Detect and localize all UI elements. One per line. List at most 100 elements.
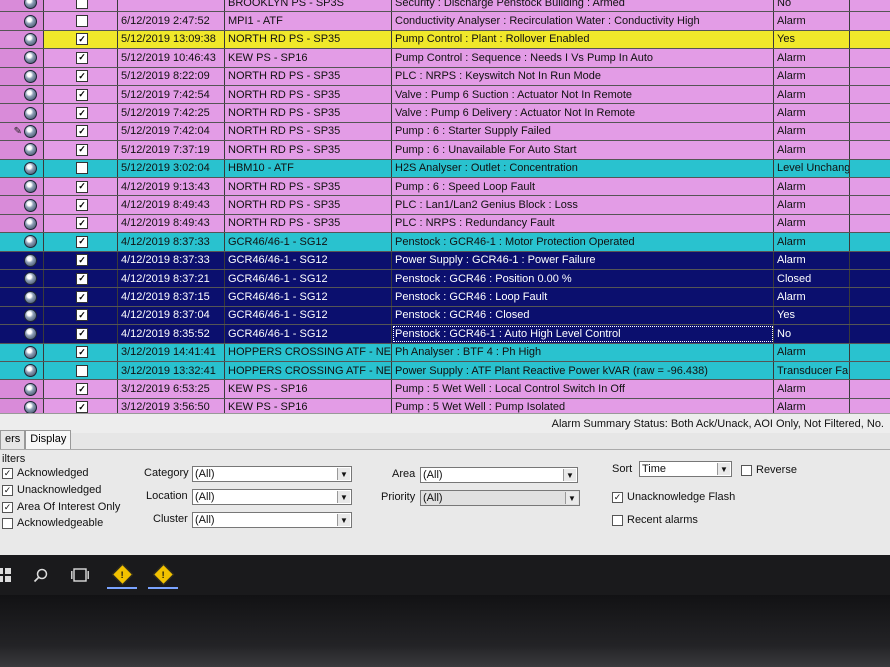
ack-checkbox[interactable]: ✓: [76, 291, 88, 304]
ack-cell[interactable]: ✓: [44, 233, 118, 251]
alarm-row[interactable]: ✓ 5/12/2019 7:42:54 NORTH RD PS - SP35 Valv…: [0, 86, 890, 105]
alarm-row[interactable]: ✓ 5/12/2019 10:46:43 KEW PS - SP16 Pump Con…: [0, 49, 890, 68]
ack-cell[interactable]: ✓: [44, 251, 118, 269]
ack-checkbox[interactable]: ✓: [76, 180, 88, 193]
ack-cell[interactable]: [44, 159, 118, 177]
ack-cell[interactable]: ✓: [44, 178, 118, 196]
row-icon-cell[interactable]: [0, 0, 44, 12]
row-icon-cell[interactable]: [0, 141, 44, 159]
row-icon-cell[interactable]: ✎: [0, 122, 44, 141]
area-select[interactable]: (All) ▼: [420, 467, 578, 483]
ack-checkbox[interactable]: [76, 15, 88, 28]
ack-cell[interactable]: ✓: [44, 270, 118, 288]
ack-checkbox[interactable]: ✓: [76, 70, 88, 83]
ack-cell[interactable]: ✓: [44, 325, 118, 343]
ack-checkbox[interactable]: ✓: [76, 217, 88, 230]
category-select[interactable]: (All) ▼: [192, 466, 352, 482]
alarm-row[interactable]: ✓ 5/12/2019 8:22:09 NORTH RD PS - SP35 PLC …: [0, 67, 890, 86]
alarm-row[interactable]: ✓ 4/12/2019 9:13:43 NORTH RD PS - SP35 Pump…: [0, 178, 890, 197]
row-icon-cell[interactable]: [0, 30, 44, 49]
ack-checkbox[interactable]: ✓: [76, 346, 88, 359]
alarm-row[interactable]: 5/12/2019 3:02:04 HBM10 - ATF H2S Analyser…: [0, 159, 890, 178]
ack-checkbox[interactable]: ✓: [76, 235, 88, 248]
ack-cell[interactable]: ✓: [44, 67, 118, 85]
alarm-row[interactable]: ✓ 3/12/2019 6:53:25 KEW PS - SP16 Pump : 5 …: [0, 380, 890, 399]
row-icon-cell[interactable]: [0, 178, 44, 196]
tab-display[interactable]: Display: [25, 430, 72, 449]
alarm-row[interactable]: ✓ 4/12/2019 8:37:15 GCR46/46-1 - SG12 Penst…: [0, 288, 890, 307]
ack-cell[interactable]: ✓: [44, 214, 118, 233]
ack-checkbox[interactable]: ✓: [76, 143, 88, 156]
alarm-row[interactable]: ✓ 4/12/2019 8:37:21 GCR46/46-1 - SG12 Penst…: [0, 270, 890, 289]
acknowledged-checkbox[interactable]: ✓ Acknowledged: [2, 467, 89, 479]
task-view-icon[interactable]: [68, 563, 92, 587]
priority-select[interactable]: (All) ▼: [420, 490, 580, 506]
alarm-row[interactable]: ✓ 4/12/2019 8:35:52 GCR46/46-1 - SG12 Penst…: [0, 325, 890, 344]
ack-checkbox[interactable]: ✓: [76, 327, 88, 340]
row-icon-cell[interactable]: [0, 306, 44, 325]
ack-cell[interactable]: [44, 0, 118, 12]
alarm-row[interactable]: ✓ 4/12/2019 8:37:33 GCR46/46-1 - SG12 Power…: [0, 251, 890, 270]
row-icon-cell[interactable]: [0, 270, 44, 288]
unacknowledge-flash-checkbox[interactable]: ✓ Unacknowledge Flash: [612, 491, 735, 503]
ack-cell[interactable]: [44, 362, 118, 380]
ack-checkbox[interactable]: ✓: [76, 309, 88, 322]
alarm-row[interactable]: 3/12/2019 13:32:41 HOPPERS CROSSING ATF -…: [0, 362, 890, 381]
ack-cell[interactable]: ✓: [44, 141, 118, 159]
alarm-row[interactable]: ✓ 4/12/2019 8:49:43 NORTH RD PS - SP35 PLC …: [0, 214, 890, 234]
search-icon[interactable]: [28, 563, 52, 587]
row-icon-cell[interactable]: [0, 196, 44, 214]
alarm-app-icon[interactable]: !: [107, 561, 137, 589]
row-icon-cell[interactable]: [0, 233, 44, 251]
ack-checkbox[interactable]: ✓: [76, 401, 88, 413]
row-icon-cell[interactable]: [0, 398, 44, 413]
sort-select[interactable]: Time ▼: [639, 461, 732, 477]
row-icon-cell[interactable]: [0, 214, 44, 233]
alarm-row[interactable]: ✓ 4/12/2019 8:37:04 GCR46/46-1 - SG12 Penst…: [0, 306, 890, 326]
area-of-interest-checkbox[interactable]: ✓ Area Of Interest Only: [2, 501, 120, 513]
ack-cell[interactable]: [44, 12, 118, 30]
acknowledgeable-checkbox[interactable]: Acknowledgeable: [2, 517, 103, 529]
ack-cell[interactable]: ✓: [44, 343, 118, 361]
ack-cell[interactable]: ✓: [44, 196, 118, 214]
cluster-select[interactable]: (All) ▼: [192, 512, 352, 528]
tab-filters[interactable]: ers: [0, 430, 26, 449]
alarm-row[interactable]: BROOKLYN PS - SP3S Security : Discharge P…: [0, 0, 890, 13]
row-icon-cell[interactable]: [0, 67, 44, 85]
alarm-app-icon[interactable]: !: [148, 561, 178, 589]
ack-checkbox[interactable]: [76, 162, 88, 175]
windows-icon[interactable]: [0, 563, 16, 587]
ack-checkbox[interactable]: ✓: [76, 125, 88, 138]
ack-checkbox[interactable]: [76, 364, 88, 377]
row-icon-cell[interactable]: [0, 49, 44, 67]
row-icon-cell[interactable]: [0, 380, 44, 398]
alarm-row[interactable]: ✓ 3/12/2019 3:56:50 KEW PS - SP16 Pump : 5 …: [0, 398, 890, 413]
ack-checkbox[interactable]: ✓: [76, 51, 88, 64]
ack-cell[interactable]: ✓: [44, 30, 118, 49]
alarm-row[interactable]: ✓ 5/12/2019 13:09:38 NORTH RD PS - SP35 Pum…: [0, 30, 890, 50]
ack-checkbox[interactable]: ✓: [76, 88, 88, 101]
row-icon-cell[interactable]: [0, 251, 44, 269]
alarm-row[interactable]: ✓ 5/12/2019 7:37:19 NORTH RD PS - SP35 Pump…: [0, 141, 890, 160]
ack-checkbox[interactable]: ✓: [76, 199, 88, 212]
recent-alarms-checkbox[interactable]: Recent alarms: [612, 514, 698, 526]
ack-cell[interactable]: ✓: [44, 122, 118, 141]
alarm-row[interactable]: ✓ 4/12/2019 8:37:33 GCR46/46-1 - SG12 Penst…: [0, 233, 890, 252]
row-icon-cell[interactable]: [0, 12, 44, 30]
unacknowledged-checkbox[interactable]: ✓ Unacknowledged: [2, 484, 101, 496]
alarm-row[interactable]: ✓ 5/12/2019 7:42:25 NORTH RD PS - SP35 Valv…: [0, 104, 890, 123]
ack-cell[interactable]: ✓: [44, 306, 118, 325]
ack-checkbox[interactable]: ✓: [76, 254, 88, 267]
alarm-row[interactable]: 6/12/2019 2:47:52 MPI1 - ATF Conductivity …: [0, 12, 890, 31]
ack-checkbox[interactable]: ✓: [76, 383, 88, 396]
ack-cell[interactable]: ✓: [44, 380, 118, 398]
row-icon-cell[interactable]: [0, 159, 44, 177]
ack-cell[interactable]: ✓: [44, 49, 118, 67]
row-icon-cell[interactable]: [0, 362, 44, 380]
row-icon-cell[interactable]: [0, 86, 44, 104]
row-icon-cell[interactable]: [0, 288, 44, 306]
row-icon-cell[interactable]: [0, 104, 44, 122]
reverse-checkbox[interactable]: Reverse: [741, 464, 797, 476]
alarm-row[interactable]: ✓ 3/12/2019 14:41:41 HOPPERS CROSSING ATF …: [0, 343, 890, 362]
ack-cell[interactable]: ✓: [44, 104, 118, 122]
